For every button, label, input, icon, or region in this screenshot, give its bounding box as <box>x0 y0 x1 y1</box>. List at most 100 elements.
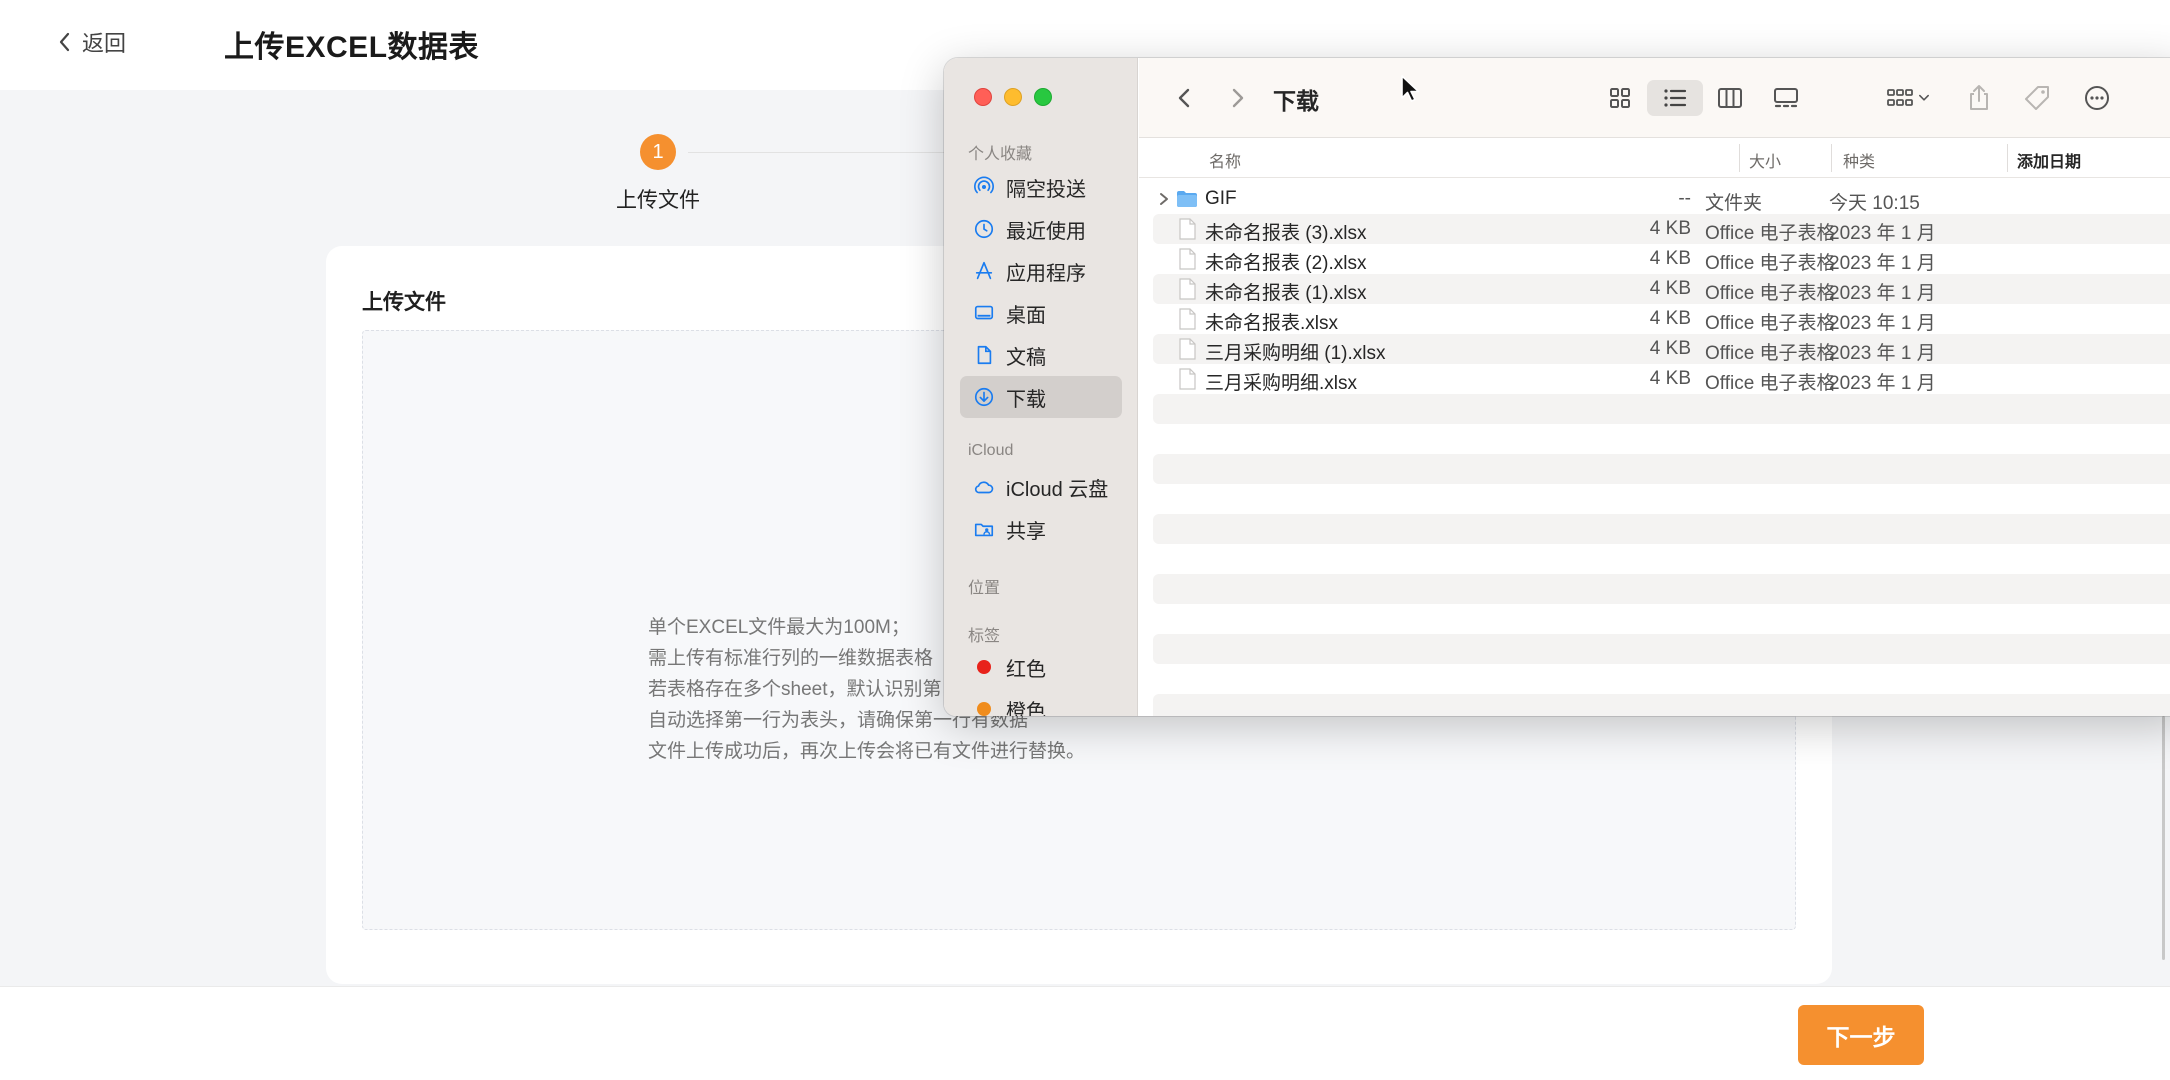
column-view-button[interactable] <box>1709 80 1751 116</box>
spreadsheet-file-icon <box>1175 277 1199 301</box>
file-date: 2023 年 1 月 <box>1829 343 1936 364</box>
sidebar-item-shared[interactable]: 共享 <box>960 508 1122 550</box>
gallery-view-icon <box>1774 88 1798 108</box>
icloud-header: iCloud <box>968 442 1014 459</box>
empty-row-stripe <box>1153 634 2170 664</box>
file-name: 三月采购明细.xlsx <box>1205 373 1358 394</box>
tag-icon <box>2025 86 2049 110</box>
sidebar-item-applications[interactable]: 应用程序 <box>960 250 1122 292</box>
forward-nav-button[interactable] <box>1219 80 1255 116</box>
file-size: -- <box>1678 188 1691 209</box>
next-step-button[interactable]: 下一步 <box>1798 1005 1924 1065</box>
sidebar-item-desktop[interactable]: 桌面 <box>960 292 1122 334</box>
chevron-left-icon <box>59 32 70 52</box>
current-folder-title: 下载 <box>1273 88 1319 114</box>
finder-toolbar: 下载 <box>1139 58 2170 138</box>
group-by-button[interactable] <box>1877 80 1941 116</box>
group-grid-icon <box>1887 89 1913 106</box>
file-kind: Office 电子表格 <box>1705 223 1836 244</box>
file-name: 未命名报表.xlsx <box>1205 313 1339 334</box>
icon-view-button[interactable] <box>1599 80 1641 116</box>
sidebar-item-documents[interactable]: 文稿 <box>960 334 1122 376</box>
file-row[interactable]: 未命名报表.xlsx 4 KB Office 电子表格 2023 年 1 月 <box>1153 304 2170 334</box>
list-view-icon <box>1664 89 1687 107</box>
list-view-button[interactable] <box>1647 80 1703 116</box>
close-window-button[interactable] <box>974 88 992 106</box>
column-header-size[interactable]: 大小 <box>1749 148 1781 172</box>
sidebar-item-downloads[interactable]: 下载 <box>960 376 1122 418</box>
file-size: 4 KB <box>1649 248 1691 269</box>
file-kind: Office 电子表格 <box>1705 253 1836 274</box>
applications-icon <box>972 259 996 283</box>
back-label: 返回 <box>82 31 127 56</box>
airdrop-icon <box>972 175 996 199</box>
file-kind: Office 电子表格 <box>1705 283 1836 304</box>
sidebar-item-label: iCloud 云盘 <box>1006 478 1109 501</box>
file-row[interactable]: 未命名报表 (2).xlsx 4 KB Office 电子表格 2023 年 1… <box>1153 244 2170 274</box>
step-1-number: 1 <box>640 134 676 170</box>
zoom-window-button[interactable] <box>1034 88 1052 106</box>
file-date: 2023 年 1 月 <box>1829 313 1936 334</box>
favorites-header: 个人收藏 <box>968 146 1033 163</box>
step-1-label: 上传文件 <box>616 189 700 212</box>
file-kind: Office 电子表格 <box>1705 373 1836 394</box>
spreadsheet-file-icon <box>1175 337 1199 361</box>
empty-row-stripe <box>1153 574 2170 604</box>
sidebar-item-label: 桌面 <box>1006 304 1046 327</box>
column-divider[interactable] <box>1831 144 1832 172</box>
folder-icon <box>1175 187 1199 211</box>
sidebar-item-label: 隔空投送 <box>1006 178 1086 201</box>
file-row[interactable]: 三月采购明细.xlsx 4 KB Office 电子表格 2023 年 1 月 <box>1153 364 2170 394</box>
chevron-down-icon <box>1919 94 1929 101</box>
card-title: 上传文件 <box>362 291 446 314</box>
sidebar-item-tag-red[interactable]: 红色 <box>960 646 1122 688</box>
shared-folder-icon <box>972 517 996 541</box>
clock-icon <box>972 217 996 241</box>
file-row-folder[interactable]: GIF -- 文件夹 今天 10:15 <box>1153 184 2170 214</box>
desktop-icon <box>972 301 996 325</box>
column-view-icon <box>1718 88 1742 108</box>
column-header-date[interactable]: 添加日期 <box>2017 148 2081 172</box>
sidebar-item-label: 下载 <box>1006 388 1046 411</box>
chevron-left-icon <box>1178 88 1190 108</box>
sidebar-item-recents[interactable]: 最近使用 <box>960 208 1122 250</box>
column-header-name[interactable]: 名称 <box>1209 148 1241 172</box>
locations-header: 位置 <box>968 580 1001 597</box>
tag-color-dot <box>977 702 991 716</box>
file-list: GIF -- 文件夹 今天 10:15 未命名报表 (3).xlsx 4 KB … <box>1153 184 2170 716</box>
sidebar-item-airdrop[interactable]: 隔空投送 <box>960 166 1122 208</box>
file-kind: 文件夹 <box>1705 193 1763 214</box>
share-icon <box>1970 85 1988 110</box>
tag-button[interactable] <box>2019 80 2055 116</box>
empty-row-stripe <box>1153 454 2170 484</box>
file-name: 三月采购明细 (1).xlsx <box>1205 343 1386 364</box>
sidebar-item-tag-orange[interactable]: 橙色 <box>960 688 1122 716</box>
empty-row-stripe <box>1153 514 2170 544</box>
column-header-row: 名称 大小 种类 添加日期 <box>1139 138 2170 178</box>
column-divider[interactable] <box>1739 144 1740 172</box>
finder-file-dialog: 个人收藏 隔空投送 最近使用 应用程序 桌面 文稿 下载 iCloud iClo… <box>944 58 2170 716</box>
cloud-icon <box>972 475 996 499</box>
file-row[interactable]: 未命名报表 (1).xlsx 4 KB Office 电子表格 2023 年 1… <box>1153 274 2170 304</box>
column-divider[interactable] <box>2007 144 2008 172</box>
sidebar-item-icloud-drive[interactable]: iCloud 云盘 <box>960 466 1122 508</box>
mouse-pointer-icon <box>1401 75 1420 102</box>
minimize-window-button[interactable] <box>1004 88 1022 106</box>
back-button[interactable]: 返回 <box>56 24 126 60</box>
more-actions-button[interactable] <box>2079 80 2115 116</box>
spreadsheet-file-icon <box>1175 367 1199 391</box>
share-button[interactable] <box>1961 80 1997 116</box>
disclosure-triangle-icon[interactable] <box>1157 190 1171 208</box>
file-row[interactable]: 三月采购明细 (1).xlsx 4 KB Office 电子表格 2023 年 … <box>1153 334 2170 364</box>
file-name: 未命名报表 (2).xlsx <box>1205 253 1367 274</box>
gallery-view-button[interactable] <box>1765 80 1807 116</box>
file-size: 4 KB <box>1649 308 1691 329</box>
page-scrollbar[interactable] <box>2162 716 2165 960</box>
ellipsis-icon <box>2085 86 2109 110</box>
spreadsheet-file-icon <box>1175 217 1199 241</box>
tags-header: 标签 <box>968 628 1001 645</box>
back-nav-button[interactable] <box>1167 80 1203 116</box>
column-header-kind[interactable]: 种类 <box>1843 148 1875 172</box>
file-row[interactable]: 未命名报表 (3).xlsx 4 KB Office 电子表格 2023 年 1… <box>1153 214 2170 244</box>
tag-color-dot <box>977 660 991 674</box>
